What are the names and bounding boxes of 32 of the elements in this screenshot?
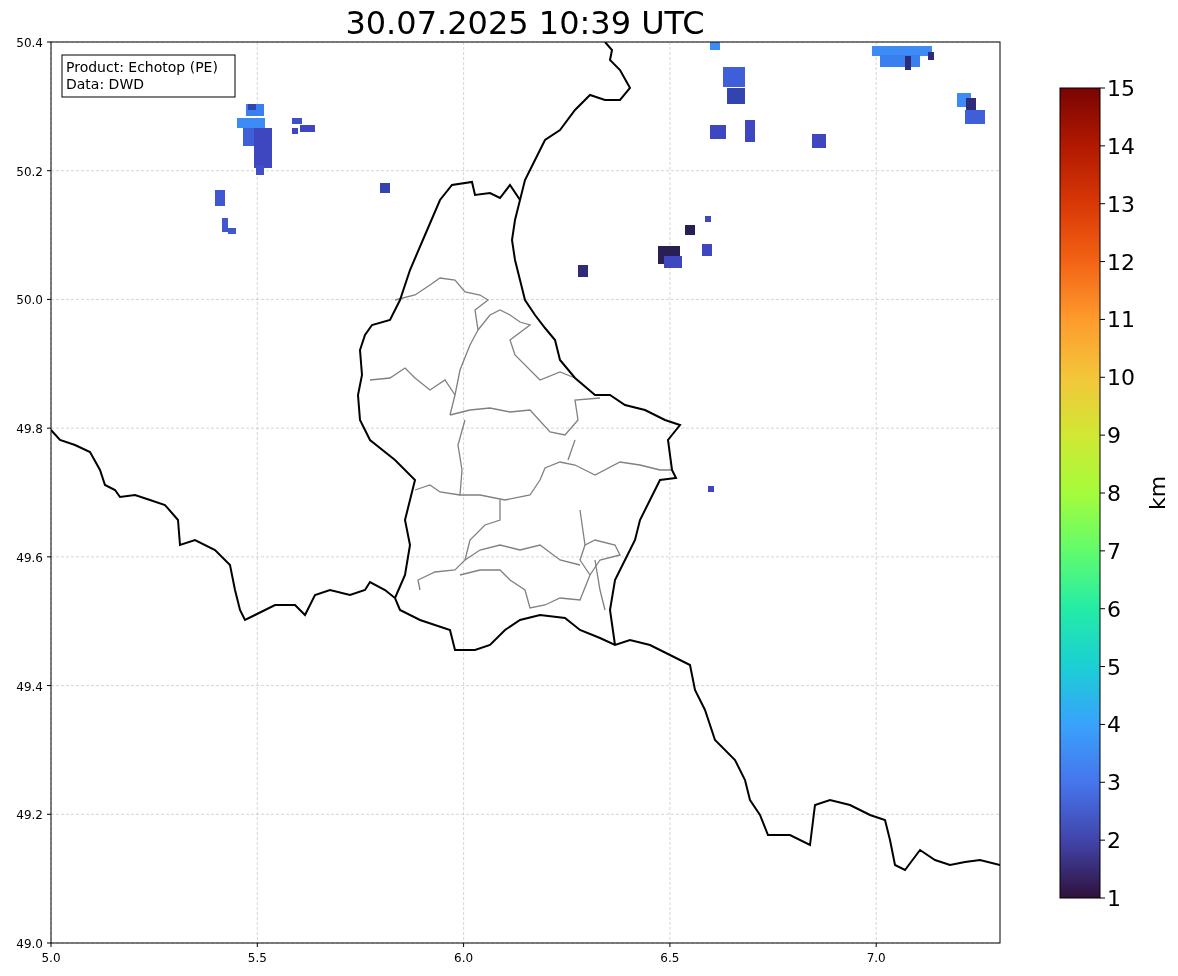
colorbar-tick-label: 11 xyxy=(1107,307,1135,333)
colorbar-tick-label: 10 xyxy=(1107,365,1135,391)
x-tick-label: 5.0 xyxy=(41,951,61,965)
colorbar-tick-label: 12 xyxy=(1107,249,1135,275)
y-tick-label: 49.2 xyxy=(16,808,43,823)
y-tick-label: 50.4 xyxy=(16,36,43,50)
colorbar-tick-label: 9 xyxy=(1107,423,1121,449)
colorbar-label: km xyxy=(1145,475,1170,511)
y-tick-label: 49.0 xyxy=(16,937,43,951)
colorbar-tick-label: 1 xyxy=(1107,886,1121,911)
y-tick-label: 49.4 xyxy=(16,679,43,694)
colorbar-tick-label: 8 xyxy=(1107,481,1121,506)
y-tick-label: 49.8 xyxy=(16,422,43,437)
colorbar-tick-label: 4 xyxy=(1107,712,1121,738)
y-tick-label: 50.2 xyxy=(16,164,43,179)
colorbar-tick-label: 7 xyxy=(1107,538,1121,564)
colorbar-tick-label: 2 xyxy=(1107,828,1121,854)
colorbar-tick-label: 15 xyxy=(1107,76,1135,101)
x-tick-label: 7.0 xyxy=(866,951,886,965)
info-text: Product: Echotop (PE) xyxy=(66,59,218,75)
x-tick-label: 6.5 xyxy=(660,951,680,965)
colorbar-tick-label: 3 xyxy=(1107,770,1121,796)
colorbar-tick-label: 5 xyxy=(1107,654,1121,680)
colorbar-tick-label: 14 xyxy=(1107,133,1135,159)
colorbar-tick-label: 6 xyxy=(1107,596,1121,622)
y-tick-label: 50.0 xyxy=(16,293,43,308)
info-text: Data: DWD xyxy=(66,76,144,92)
y-tick-label: 49.6 xyxy=(16,550,43,565)
x-tick-label: 6.0 xyxy=(454,951,474,965)
chart-title: 30.07.2025 10:39 UTC xyxy=(345,4,705,42)
colorbar-tick-label: 13 xyxy=(1107,191,1135,217)
x-tick-label: 5.5 xyxy=(247,951,267,965)
